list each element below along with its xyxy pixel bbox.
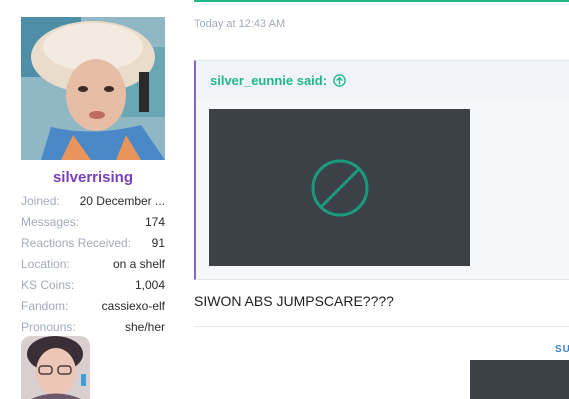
user-avatar[interactable] (21, 17, 165, 160)
quote-author-link[interactable]: silver_eunnie said: (210, 73, 327, 88)
stat-value[interactable]: 174 (145, 215, 165, 229)
stat-row-reactions: Reactions Received: 91 (21, 232, 165, 253)
stat-value: 20 December ... (79, 193, 165, 208)
stat-row-pronouns: Pronouns: she/her (21, 316, 165, 337)
stat-value: 91 (151, 235, 165, 250)
user-sidebar: silverrising Joined: 20 December ... Mes… (0, 0, 182, 399)
quote-embedded-media[interactable] (209, 109, 470, 266)
quote-header: silver_eunnie said: (196, 61, 569, 99)
stat-label: Reactions Received: (21, 235, 132, 250)
stat-label: Pronouns: (21, 319, 76, 334)
stat-row-location: Location: on a shelf (21, 253, 165, 274)
stat-label: KS Coins: (21, 277, 75, 292)
stat-label: Joined: (21, 193, 60, 208)
stat-row-messages: Messages: 174 (21, 211, 165, 232)
next-post-partial-text: SU (555, 344, 569, 355)
stat-value[interactable]: on a shelf (113, 257, 165, 271)
stat-value: cassiexo-elf (101, 298, 165, 313)
post-top-accent-line (194, 0, 569, 2)
stat-row-coins: KS Coins: 1,004 (21, 274, 165, 295)
stat-row-joined: Joined: 20 December ... (21, 190, 165, 211)
post-timestamp[interactable]: Today at 12:43 AM (194, 18, 285, 30)
stat-row-fandom: Fandom: cassiexo-elf (21, 295, 165, 316)
blocked-media-icon (311, 159, 368, 216)
stat-value: 1,004 (134, 277, 165, 292)
user-stats-list: Joined: 20 December ... Messages: 174 Re… (21, 190, 165, 337)
username-link[interactable]: silverrising (21, 169, 165, 186)
next-post-media[interactable] (470, 360, 569, 399)
post-divider (194, 326, 569, 327)
stat-label: Messages: (21, 214, 80, 229)
stat-label: Location: (21, 256, 70, 271)
stat-label: Fandom: (21, 298, 69, 313)
quote-block: silver_eunnie said: (194, 60, 569, 280)
arrow-up-circle-icon[interactable] (333, 73, 346, 87)
post-message-text: SIWON ABS JUMPSCARE???? (194, 293, 394, 309)
stat-value: she/her (124, 319, 165, 334)
next-user-avatar[interactable] (21, 336, 90, 399)
